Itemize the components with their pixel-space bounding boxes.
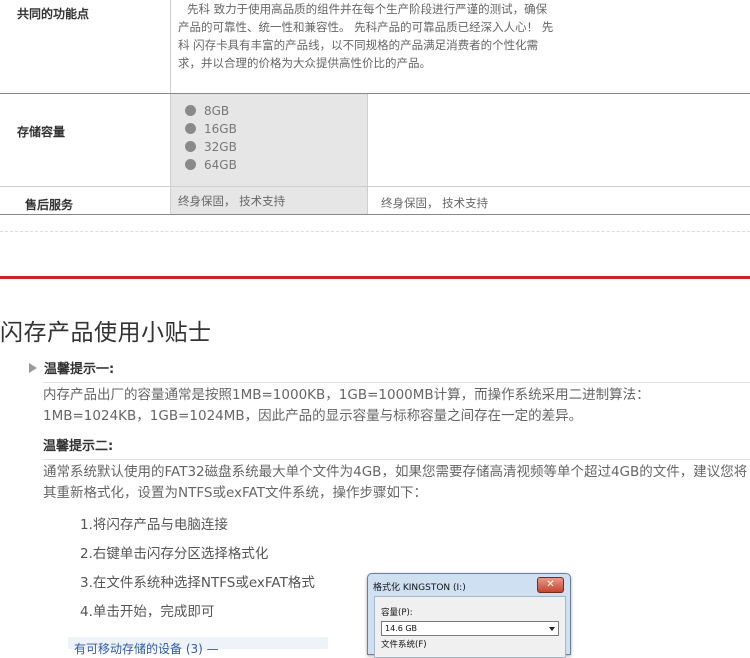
row-label-common-features: 共同的功能点 bbox=[17, 7, 90, 21]
table-row-divider bbox=[0, 93, 750, 94]
capacity-label: 容量(P): bbox=[381, 608, 413, 618]
capacity-item: 32GB bbox=[185, 140, 237, 154]
step-item: 1.将闪存产品与电脑连接 bbox=[80, 517, 228, 533]
tip1-body: 内存产品出厂的容量通常是按照1MB=1000KB，1GB=1000MB计算，而操… bbox=[43, 382, 750, 427]
row-label-capacity: 存储容量 bbox=[17, 125, 66, 139]
step-item: 2.右键单击闪存分区选择格式化 bbox=[80, 546, 269, 562]
capacity-item: 8GB bbox=[185, 104, 229, 118]
tip1-heading: 温馨提示一: bbox=[29, 358, 114, 377]
format-dialog: 格式化 KINGSTON (I:) ✕ 容量(P): 14.6 GB 文件系统(… bbox=[367, 573, 571, 658]
bullet-icon bbox=[185, 123, 196, 134]
capacity-select[interactable]: 14.6 GB bbox=[381, 621, 559, 636]
section-title: 闪存产品使用小贴士 bbox=[0, 320, 212, 346]
step-item: 4.单击开始，完成即可 bbox=[80, 604, 215, 620]
table-bottom-border bbox=[0, 214, 750, 215]
tip2-body: 通常系统默认使用的FAT32磁盘系统最大单个文件为4GB，如果您需要存储高清视频… bbox=[43, 459, 750, 504]
close-icon[interactable]: ✕ bbox=[537, 577, 564, 593]
service-cell-1: 终身保固， 技术支持 bbox=[178, 194, 286, 208]
tip2-heading: 温馨提示二: bbox=[43, 439, 114, 454]
filesystem-label: 文件系统(F) bbox=[381, 640, 427, 650]
service-cell-2: 终身保固， 技术支持 bbox=[381, 196, 489, 210]
bullet-icon bbox=[185, 141, 196, 152]
step-item: 3.在文件系统种选择NTFS或exFAT格式 bbox=[80, 575, 315, 591]
chevron-down-icon bbox=[549, 627, 555, 631]
dialog-title: 格式化 KINGSTON (I:) bbox=[373, 583, 466, 593]
common-features-text: 先科 致力于使用高品质的组件并在每个生产阶段进行严谨的测试，确保产品的可靠性、统… bbox=[178, 2, 554, 70]
table-col-divider bbox=[367, 94, 368, 214]
capacity-item: 64GB bbox=[185, 158, 237, 172]
bullet-icon bbox=[185, 159, 196, 170]
triangle-right-icon bbox=[29, 363, 37, 373]
dashed-separator bbox=[0, 231, 750, 232]
capacity-item: 16GB bbox=[185, 122, 237, 136]
capacity-value: 14.6 GB bbox=[385, 624, 418, 633]
bullet-icon bbox=[185, 105, 196, 116]
table-row-divider bbox=[0, 186, 750, 187]
device-panel: 有可移动存储的设备 (3) — bbox=[68, 637, 328, 656]
row-label-after-sales: 售后服务 bbox=[25, 198, 74, 212]
red-section-divider bbox=[0, 276, 750, 279]
